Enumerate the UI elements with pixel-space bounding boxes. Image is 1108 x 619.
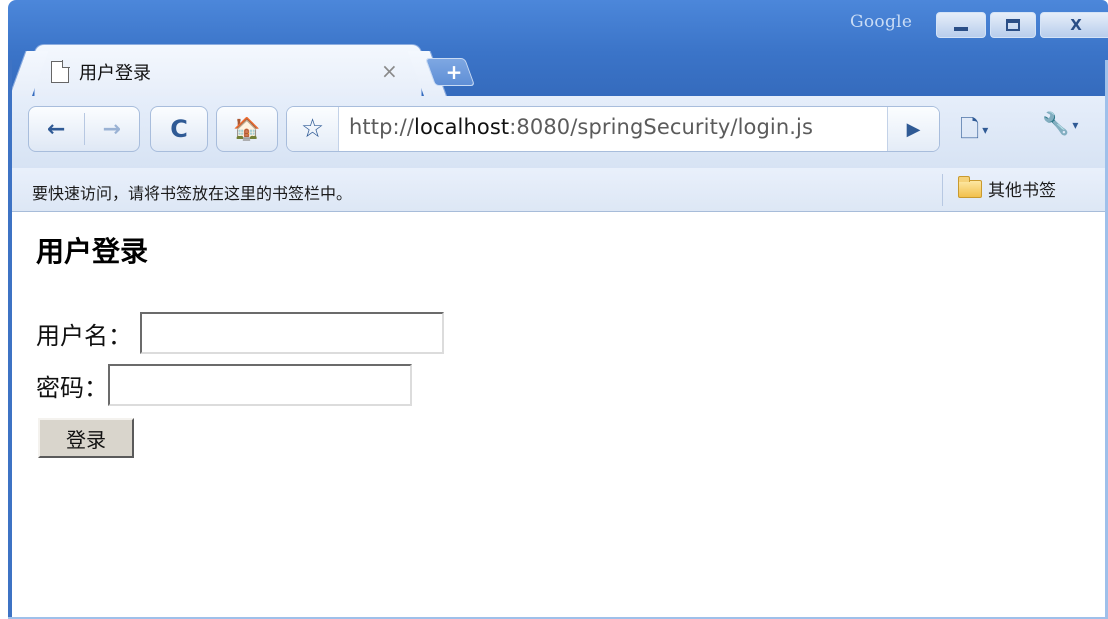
go-button[interactable]: ▶ bbox=[887, 107, 939, 151]
chevron-down-icon: ▾ bbox=[1072, 118, 1079, 132]
back-forward-group: ← → bbox=[28, 106, 140, 152]
tab-close-icon[interactable]: × bbox=[381, 59, 398, 83]
maximize-icon bbox=[1006, 19, 1020, 31]
bookmark-bar-hint: 要快速访问，请将书签放在这里的书签栏中。 bbox=[32, 184, 353, 203]
forward-button[interactable]: → bbox=[85, 117, 140, 142]
browser-window: Google X 用户登录 × + ← → C 🏠 ☆ http://local… bbox=[0, 0, 1108, 619]
wrench-icon: 🔧 bbox=[1042, 112, 1070, 137]
login-button[interactable]: 登录 bbox=[38, 418, 134, 458]
window-controls: X bbox=[936, 12, 1108, 38]
url-scheme: http:// bbox=[349, 115, 415, 139]
page-menu-button[interactable]: 🗋 ▾ bbox=[960, 112, 988, 153]
folder-icon bbox=[958, 175, 982, 198]
window-frame-left bbox=[8, 60, 12, 619]
url-host: localhost bbox=[414, 115, 510, 139]
close-window-button[interactable]: X bbox=[1040, 12, 1108, 38]
username-input[interactable] bbox=[140, 312, 444, 354]
brand-label: Google bbox=[850, 12, 913, 32]
password-input[interactable] bbox=[108, 364, 412, 406]
page-title: 用户登录 bbox=[36, 235, 149, 268]
address-bar[interactable]: ☆ http://localhost:8080/springSecurity/l… bbox=[286, 106, 940, 152]
minimize-icon bbox=[954, 27, 968, 31]
password-row: 密码： bbox=[36, 364, 412, 406]
page-icon bbox=[51, 61, 69, 83]
other-bookmarks-label: 其他书签 bbox=[988, 181, 1056, 201]
bookmark-star-button[interactable]: ☆ bbox=[287, 107, 339, 151]
bookmark-bar: 要快速访问，请将书签放在这里的书签栏中。 其他书签 bbox=[12, 168, 1105, 212]
maximize-button[interactable] bbox=[990, 12, 1036, 38]
url-text[interactable]: http://localhost:8080/springSecurity/log… bbox=[349, 115, 813, 139]
minimize-button[interactable] bbox=[936, 12, 986, 38]
page-menu-icon: 🗋 bbox=[960, 115, 980, 143]
back-button[interactable]: ← bbox=[29, 117, 84, 142]
tab-active[interactable]: 用户登录 × bbox=[34, 44, 422, 96]
play-icon: ▶ bbox=[906, 118, 921, 140]
plus-icon: + bbox=[445, 60, 463, 84]
reload-icon: C bbox=[170, 115, 188, 143]
chevron-down-icon: ▾ bbox=[982, 123, 989, 137]
password-label: 密码： bbox=[36, 373, 108, 402]
star-icon: ☆ bbox=[300, 114, 325, 144]
home-icon: 🏠 bbox=[233, 116, 261, 142]
home-button[interactable]: 🏠 bbox=[216, 106, 278, 152]
tab-title: 用户登录 bbox=[79, 63, 151, 84]
tools-menu-button[interactable]: 🔧 ▾ bbox=[1042, 112, 1078, 137]
username-row: 用户名： bbox=[36, 312, 444, 354]
bookmark-divider bbox=[942, 174, 943, 206]
url-path: :8080/springSecurity/login.js bbox=[509, 115, 814, 139]
close-icon: X bbox=[1070, 16, 1082, 34]
reload-button[interactable]: C bbox=[150, 106, 208, 152]
page-content: 用户登录 用户名： 密码： 登录 bbox=[12, 212, 1105, 617]
username-label: 用户名： bbox=[36, 321, 132, 350]
navigation-toolbar: ← → C 🏠 ☆ http://localhost:8080/springSe… bbox=[12, 96, 1105, 168]
other-bookmarks-button[interactable]: 其他书签 bbox=[958, 175, 1056, 201]
